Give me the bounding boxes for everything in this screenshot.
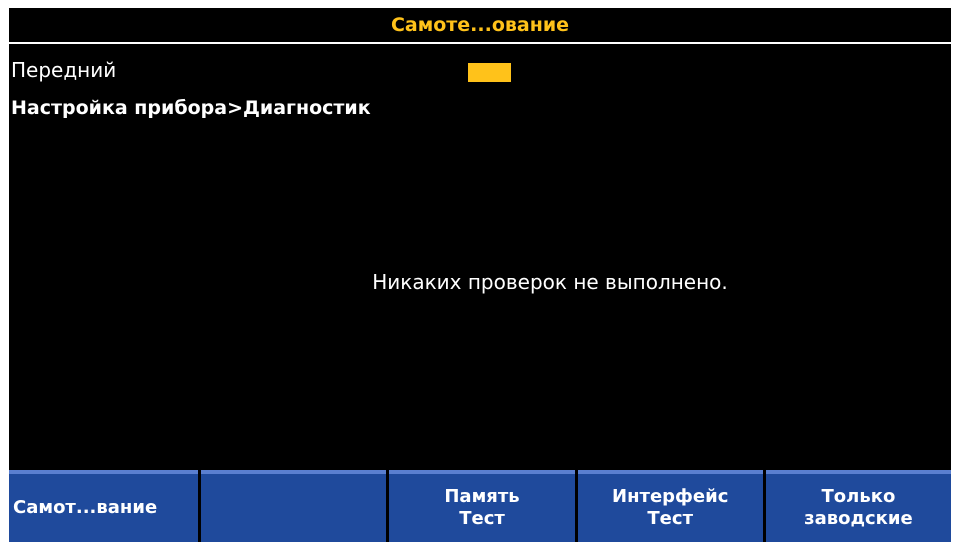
status-indicator	[468, 63, 511, 82]
softkey-memory-test[interactable]: Память Тест	[389, 470, 575, 542]
softkey-label-line2: Тест	[647, 508, 693, 529]
softkey-label-line1: Самот...вание	[13, 497, 158, 518]
softkey-blank[interactable]	[201, 470, 387, 542]
softkey-interface-test[interactable]: Интерфейс Тест	[577, 470, 763, 542]
status-message: Никаких проверок не выполнено.	[372, 270, 728, 294]
page-title: Самоте...ование	[390, 14, 570, 36]
title-bar: Самоте...ование	[9, 8, 951, 44]
softkey-label-line2: Тест	[459, 508, 505, 529]
softkey-label-line1: Только	[821, 486, 896, 507]
softkey-factory-only[interactable]: Только заводские	[765, 470, 952, 542]
softkey-bar: Самот...вание Память Тест Интерфейс Тест…	[9, 470, 952, 542]
softkey-self-test[interactable]: Самот...вание	[9, 470, 199, 542]
instrument-screen: Самоте...ование Передний Настройка прибо…	[9, 8, 952, 542]
source-label: Передний	[11, 58, 117, 82]
softkey-label-line1: Интерфейс	[612, 486, 729, 507]
breadcrumb: Настройка прибора>Диагностик	[11, 97, 371, 119]
softkey-label-line2: заводские	[804, 508, 913, 529]
softkey-label-line1: Память	[444, 486, 520, 507]
